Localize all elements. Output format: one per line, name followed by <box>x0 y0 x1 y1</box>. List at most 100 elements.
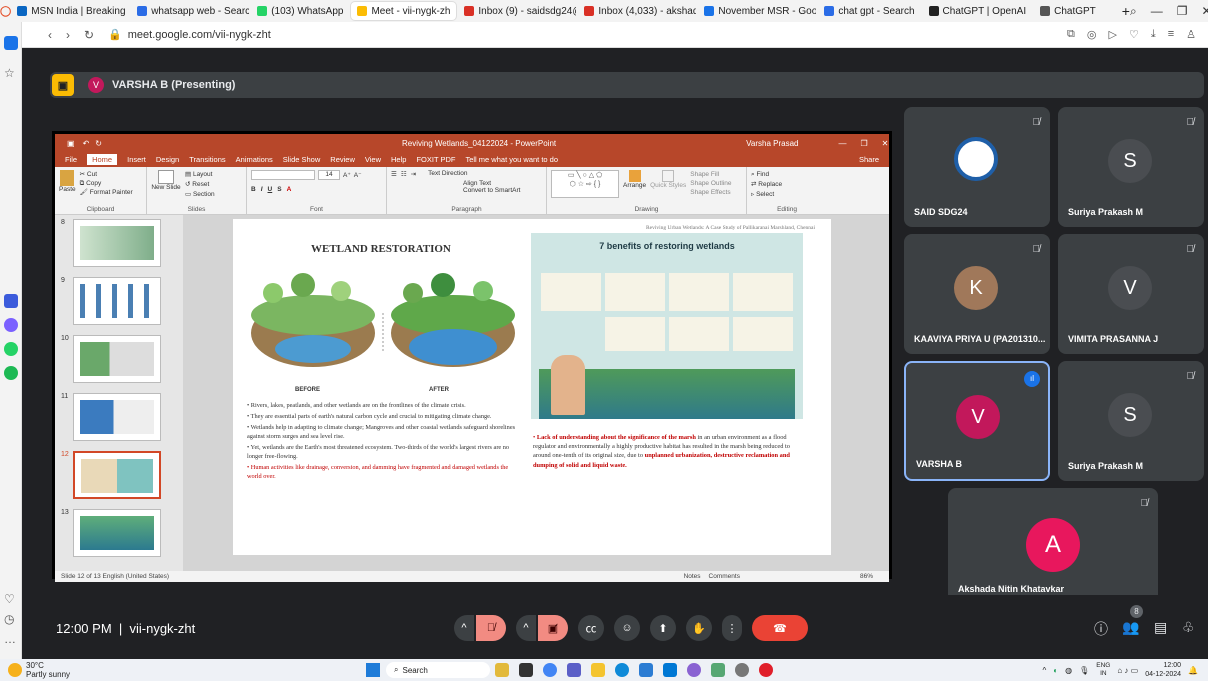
ppt-minimize-icon[interactable]: — <box>838 139 846 148</box>
ppt-close-icon[interactable]: ✕ <box>882 139 889 148</box>
wifi-sound-battery-icon[interactable]: ⌂ ♪ ▭ <box>1117 666 1138 675</box>
slide-thumbnail[interactable] <box>73 509 161 557</box>
bullets-icon[interactable]: ☰ <box>391 170 397 178</box>
teams-icon[interactable] <box>567 663 582 677</box>
grow-font-icon[interactable]: A⁺ <box>343 171 351 179</box>
captions-button[interactable]: ㏄ <box>578 615 604 641</box>
cut-button[interactable]: ✂ Cut <box>80 170 133 179</box>
start-icon[interactable] <box>366 663 381 677</box>
browser-tab[interactable]: Meet - vii-nygk-zh <box>351 2 457 20</box>
home-icon[interactable] <box>4 36 18 50</box>
task-view-icon[interactable] <box>519 663 534 677</box>
chrome-icon[interactable] <box>543 663 558 677</box>
settings-icon[interactable] <box>735 663 750 677</box>
ppt-menu-item[interactable]: Tell me what you want to do <box>465 155 558 164</box>
copy-button[interactable]: ⧉ Copy <box>80 179 133 188</box>
browser-tab[interactable]: chat gpt - Search <box>818 2 920 20</box>
download-icon[interactable]: ⤓ <box>1151 28 1156 41</box>
redo-icon[interactable]: ↻ <box>95 139 102 148</box>
format-painter-button[interactable]: 🖌 Format Painter <box>80 188 133 197</box>
weather-icon[interactable] <box>8 663 22 677</box>
url-field[interactable]: meet.google.com/vii-nygk-zht <box>128 29 271 41</box>
section-button[interactable]: ▭ Section <box>185 190 215 200</box>
select-button[interactable]: ▹ Select <box>751 190 823 200</box>
ppt-menu-item[interactable]: Insert <box>127 155 146 164</box>
play-icon[interactable]: ▷ <box>1108 28 1116 41</box>
font-size-field[interactable]: 14 <box>318 170 340 180</box>
font-color-button[interactable]: A <box>287 186 292 193</box>
arrange-button[interactable]: Arrange <box>623 170 646 198</box>
ppt-menu-item[interactable]: Review <box>330 155 355 164</box>
reset-button[interactable]: ↺ Reset <box>185 180 215 190</box>
participant-tile[interactable]: 🎙̸ S Suriya Prakash M <box>1058 361 1204 481</box>
indent-icon[interactable]: ⇥ <box>411 170 416 178</box>
ppt-menu-item[interactable]: Animations <box>236 155 273 164</box>
quick-styles-button[interactable]: Quick Styles <box>650 170 686 198</box>
copilot-icon[interactable] <box>687 663 702 677</box>
present-button[interactable]: ⬆ <box>650 615 676 641</box>
browser-logo-icon[interactable]: ◯ <box>0 6 11 17</box>
ppt-restore-icon[interactable]: ❐ <box>860 139 867 148</box>
emoji-button[interactable]: ☺ <box>614 615 640 641</box>
reload-button[interactable]: ↻ <box>84 28 94 42</box>
participant-tile[interactable]: 🎙̸ A Akshada Nitin Khatavkar <box>948 488 1158 604</box>
raise-hand-button[interactable]: ✋ <box>686 615 712 641</box>
ppt-menu-item[interactable]: FOXIT PDF <box>416 155 455 164</box>
notification-bell-icon[interactable]: 🔔 <box>1188 666 1198 675</box>
undo-icon[interactable]: ↶ <box>83 139 90 148</box>
whatsapp-icon[interactable] <box>4 342 18 356</box>
browser-tab[interactable]: Inbox (9) - saidsdg24@ <box>458 2 576 20</box>
browser-tab[interactable]: whatsapp web - Search <box>131 2 249 20</box>
shrink-font-icon[interactable]: A⁻ <box>354 171 362 179</box>
underline-button[interactable]: U <box>268 186 273 193</box>
camera-options-button[interactable]: ^ <box>516 615 536 641</box>
camera-toggle-button[interactable]: ▣̸ <box>538 615 568 641</box>
browser-tab[interactable]: Inbox (4,033) - akshada <box>578 2 696 20</box>
text-direction-button[interactable]: Text Direction <box>428 170 467 178</box>
shape-fill-button[interactable]: Shape Fill <box>690 170 731 179</box>
store-icon[interactable] <box>639 663 654 677</box>
outlook-icon[interactable] <box>663 663 678 677</box>
messenger-icon[interactable] <box>4 318 18 332</box>
participant-tile[interactable]: 🎙̸ S Suriya Prakash M <box>1058 107 1204 227</box>
layout-button[interactable]: ▤ Layout <box>185 170 215 180</box>
camera-icon[interactable]: ◎ <box>1087 28 1097 41</box>
browser-tab[interactable]: November MSR - Goog <box>698 2 816 20</box>
spotify-icon[interactable] <box>4 366 18 380</box>
browser-tab[interactable]: (103) WhatsApp <box>251 2 349 20</box>
bold-button[interactable]: B <box>251 186 256 193</box>
strike-button[interactable]: S <box>277 186 281 193</box>
italic-button[interactable]: I <box>261 186 263 193</box>
save-icon[interactable]: ▣ <box>67 139 75 148</box>
ppt-menu-item[interactable]: File <box>65 155 77 164</box>
taskbar-search[interactable]: ⌕ Search <box>386 662 491 678</box>
bookmark-icon[interactable]: ☆ <box>4 66 18 80</box>
ppt-menu-item[interactable]: Design <box>156 155 179 164</box>
screenshot-icon[interactable]: ⧉ <box>1067 28 1075 41</box>
sidebar-app-icon[interactable] <box>4 294 18 308</box>
tray-network-icon[interactable]: ◍ <box>1065 666 1072 675</box>
share-button[interactable]: Share <box>859 155 879 164</box>
slide[interactable]: Reviving Urban Wetlands: A Case Study of… <box>233 219 831 555</box>
new-slide-button[interactable]: New Slide <box>151 170 181 200</box>
people-icon[interactable]: 👥 <box>1122 619 1139 636</box>
menu-icon[interactable]: ≡ <box>1168 28 1174 41</box>
participant-tile[interactable]: 🎙̸ V VIMITA PRASANNA J <box>1058 234 1204 354</box>
ppt-menu-item[interactable]: Slide Show <box>283 155 321 164</box>
slide-thumbnail[interactable] <box>73 219 161 267</box>
zoom-level[interactable]: 86% <box>860 573 873 580</box>
restore-button[interactable]: ❐ <box>1177 4 1188 19</box>
find-button[interactable]: ⌕ Find <box>751 170 823 180</box>
font-name-field[interactable] <box>251 170 315 180</box>
participant-tile[interactable]: 🎙̸ K KAAVIYA PRIYA U (PA201310... <box>904 234 1050 354</box>
browser-tab[interactable]: ChatGPT | OpenAI <box>923 2 1033 20</box>
heart-icon[interactable]: ♡ <box>4 592 18 606</box>
weather-widget[interactable]: 30°C Partly sunny <box>26 661 70 679</box>
numbering-icon[interactable]: ☷ <box>401 170 407 178</box>
activities-icon[interactable]: ♧ <box>1182 619 1195 636</box>
ppt-menu-item[interactable]: Help <box>391 155 406 164</box>
ppt-menu-item[interactable]: Transitions <box>189 155 225 164</box>
browser-tab[interactable]: ChatGPT <box>1034 2 1102 20</box>
minimize-button[interactable]: — <box>1151 4 1163 19</box>
opera-icon[interactable] <box>759 663 774 677</box>
